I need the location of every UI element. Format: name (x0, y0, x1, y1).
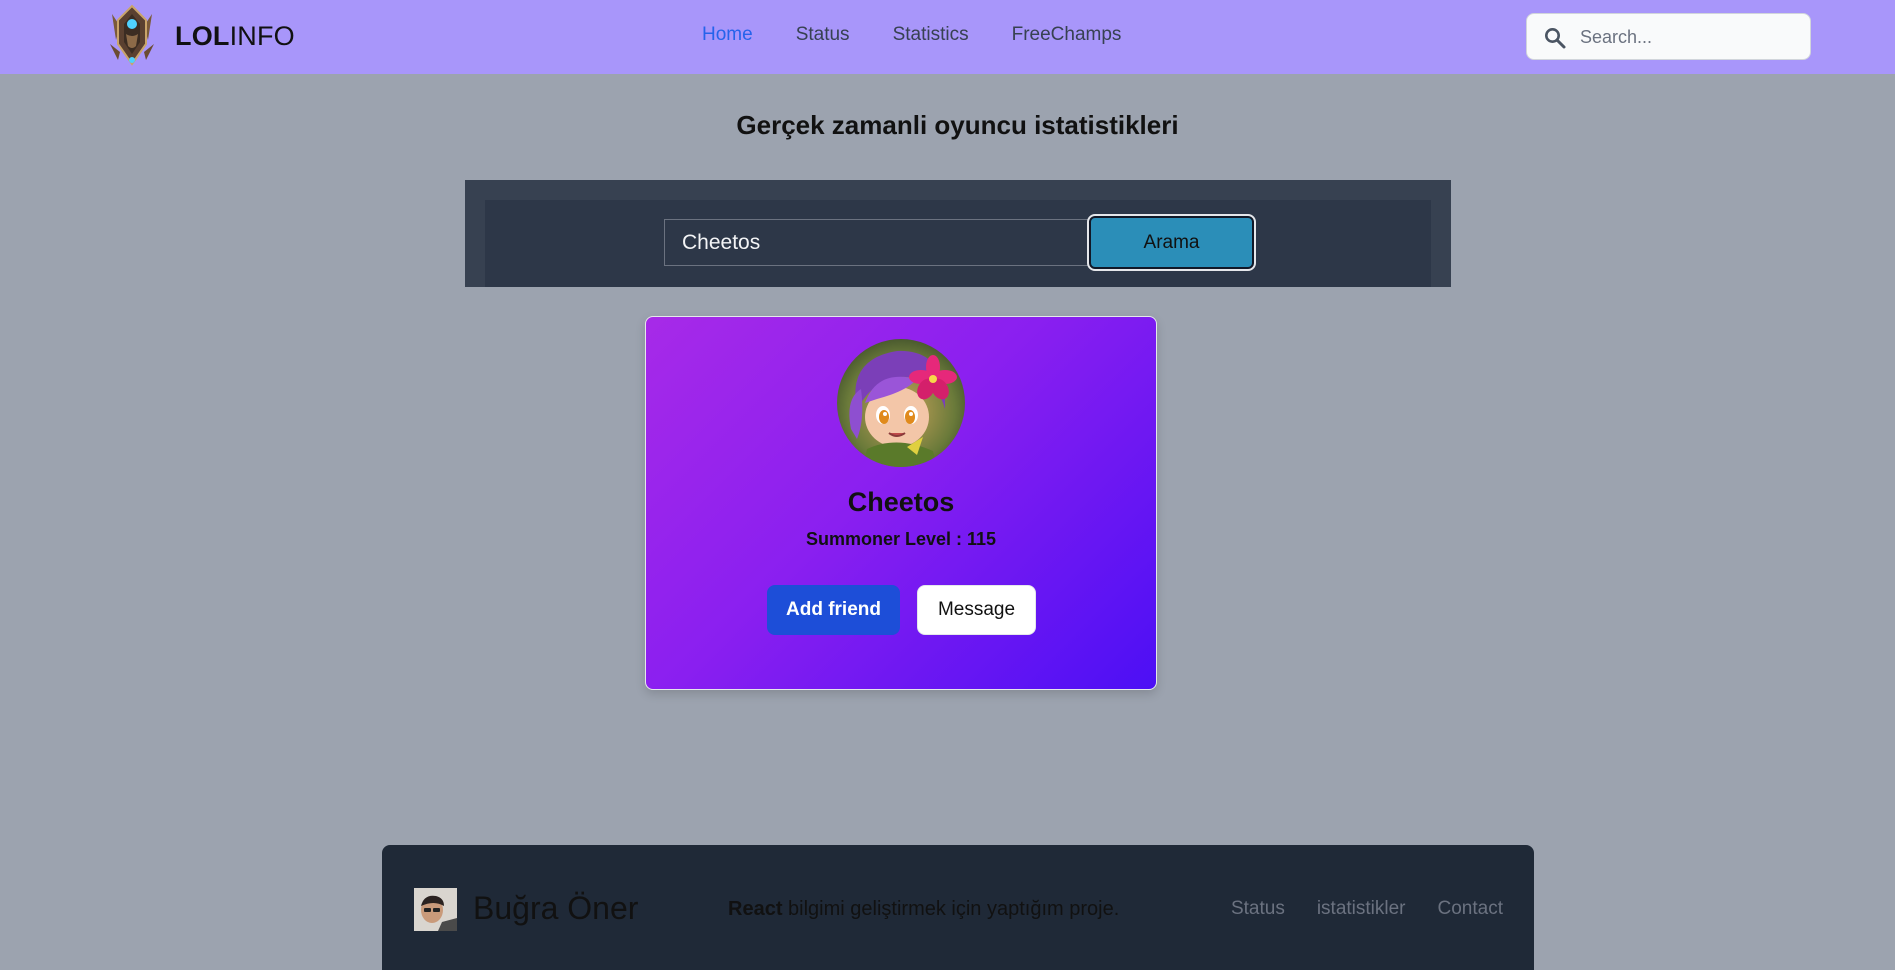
page-title: Gerçek zamanli oyuncu istatistikleri (736, 110, 1179, 140)
footer-link-istatistikler[interactable]: istatistikler (1317, 898, 1406, 920)
brand-bold: LOL (175, 20, 230, 51)
nav-home[interactable]: Home (702, 24, 753, 46)
footer-desc-bold: React (728, 898, 783, 920)
footer: Buğra Öner React bilgimi geliştirmek içi… (382, 845, 1534, 970)
footer-description: React bilgimi geliştirmek için yaptığım … (728, 898, 1119, 921)
player-name-input[interactable] (664, 219, 1089, 266)
footer-links: Status istatistikler Contact (1199, 898, 1503, 920)
summoner-level: Summoner Level : 115 (805, 529, 997, 549)
champion-portrait-icon (837, 339, 965, 467)
arama-button[interactable]: Arama (1087, 214, 1256, 271)
nav-freechamps[interactable]: FreeChamps (1012, 24, 1122, 46)
avatar (837, 339, 965, 467)
lol-crest-icon (110, 4, 154, 66)
message-button[interactable]: Message (917, 585, 1036, 635)
nav-statistics[interactable]: Statistics (893, 24, 969, 46)
brand-name: LOLINFO (175, 21, 295, 52)
nav-status[interactable]: Status (796, 24, 850, 46)
navbar: LOLINFO Home Status Statistics FreeChamp… (0, 0, 1895, 74)
search-icon (1545, 28, 1566, 49)
search-input[interactable] (1580, 22, 1800, 52)
footer-link-contact[interactable]: Contact (1438, 898, 1503, 920)
author-name: Buğra Öner (473, 890, 639, 926)
footer-link-status[interactable]: Status (1231, 898, 1285, 920)
footer-desc-rest: bilgimi geliştirmek için yaptığım proje. (782, 898, 1120, 920)
author-photo-icon (414, 888, 457, 931)
brand-regular: INFO (229, 20, 295, 51)
brand[interactable]: LOLINFO (106, 4, 295, 68)
player-search-inner: Arama (485, 200, 1431, 287)
profile-card: Cheetos Summoner Level : 115 Add friend … (645, 316, 1157, 690)
search-box (1526, 13, 1811, 60)
player-name: Cheetos (847, 487, 955, 517)
author-avatar (414, 888, 457, 931)
add-friend-button[interactable]: Add friend (767, 585, 900, 635)
player-search-panel: Arama (465, 180, 1451, 287)
nav-links: Home Status Statistics FreeChamps (702, 24, 1164, 46)
